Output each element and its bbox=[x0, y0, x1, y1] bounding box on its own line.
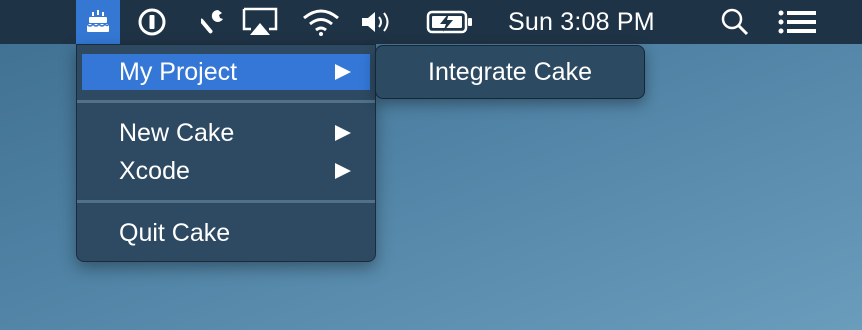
wrench-icon[interactable] bbox=[200, 0, 228, 44]
cake-icon[interactable] bbox=[76, 0, 120, 44]
menu-separator bbox=[77, 200, 375, 203]
menu-bar: Sun 3:08 PM bbox=[0, 0, 862, 44]
menu-item-label: My Project bbox=[119, 57, 238, 86]
1password-icon[interactable] bbox=[136, 0, 168, 44]
menu-item-label: Xcode bbox=[119, 156, 190, 185]
spotlight-search-icon[interactable] bbox=[720, 0, 750, 44]
cake-dropdown-menu: My Project New Cake Xcode Quit Cake bbox=[76, 44, 376, 262]
menu-item-xcode[interactable]: Xcode bbox=[82, 153, 370, 189]
menu-item-new-cake[interactable]: New Cake bbox=[82, 115, 370, 151]
volume-icon[interactable] bbox=[360, 0, 396, 44]
battery-charging-icon[interactable] bbox=[426, 0, 474, 44]
menu-item-quit-cake[interactable]: Quit Cake bbox=[82, 215, 370, 251]
submenu-item-integrate-cake[interactable]: Integrate Cake bbox=[428, 58, 592, 87]
menu-separator bbox=[77, 100, 375, 103]
wifi-icon[interactable] bbox=[302, 0, 340, 44]
my-project-submenu: Integrate Cake bbox=[375, 45, 645, 99]
submenu-arrow-icon bbox=[335, 163, 351, 179]
menu-item-label: Quit Cake bbox=[119, 218, 231, 247]
notification-center-icon[interactable] bbox=[778, 0, 818, 44]
airplay-icon[interactable] bbox=[241, 0, 279, 44]
menu-item-my-project[interactable]: My Project bbox=[82, 54, 370, 90]
submenu-arrow-icon bbox=[335, 64, 351, 80]
submenu-arrow-icon bbox=[335, 125, 351, 141]
clock[interactable]: Sun 3:08 PM bbox=[508, 0, 655, 44]
menu-item-label: New Cake bbox=[119, 118, 235, 147]
